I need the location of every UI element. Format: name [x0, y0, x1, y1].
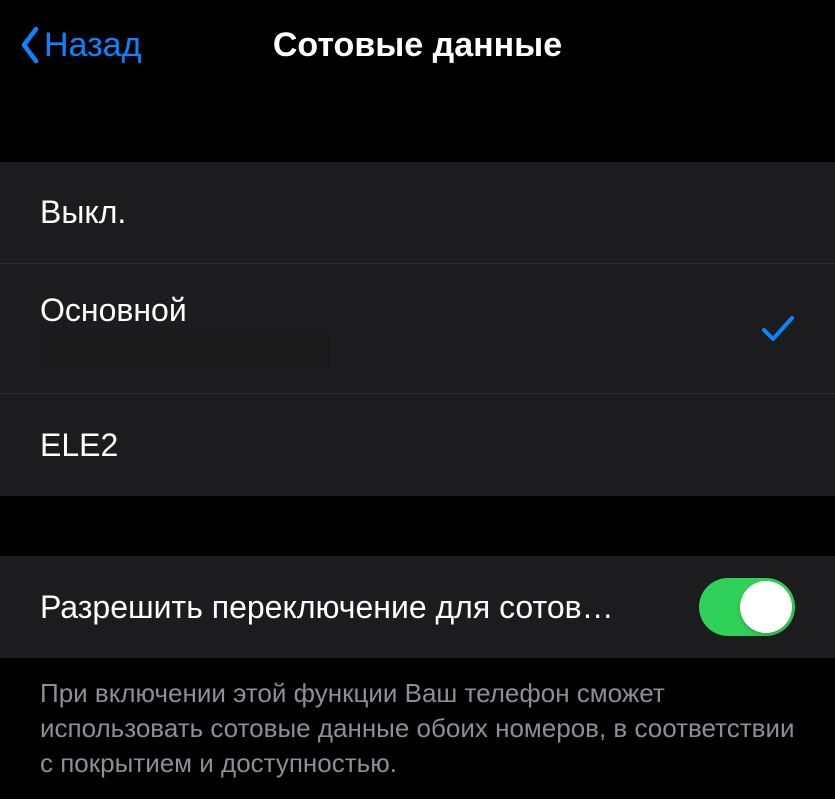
cellular-switching-row: Разрешить переключение для сотов…: [0, 556, 835, 658]
back-label: Назад: [44, 26, 141, 65]
back-button[interactable]: Назад: [20, 26, 141, 65]
navigation-header: Назад Сотовые данные: [0, 0, 835, 90]
option-secondary-label: ELE2: [40, 427, 118, 464]
option-off-label: Выкл.: [40, 194, 126, 231]
option-primary-sublabel: [40, 335, 330, 365]
cellular-switching-label: Разрешить переключение для сотов…: [40, 589, 679, 626]
checkmark-icon: [761, 312, 795, 346]
chevron-left-icon: [20, 27, 40, 63]
sim-options-list: Выкл. Основной ELE2: [0, 162, 835, 496]
option-primary[interactable]: Основной: [0, 264, 835, 394]
option-primary-label: Основной: [40, 292, 330, 329]
cellular-switching-toggle[interactable]: [699, 578, 795, 636]
option-secondary[interactable]: ELE2: [0, 394, 835, 496]
footer-description: При включении этой функции Ваш телефон с…: [0, 658, 835, 799]
section-gap: [0, 90, 835, 162]
toggle-knob: [740, 581, 792, 633]
section-gap: [0, 496, 835, 556]
option-off[interactable]: Выкл.: [0, 162, 835, 264]
